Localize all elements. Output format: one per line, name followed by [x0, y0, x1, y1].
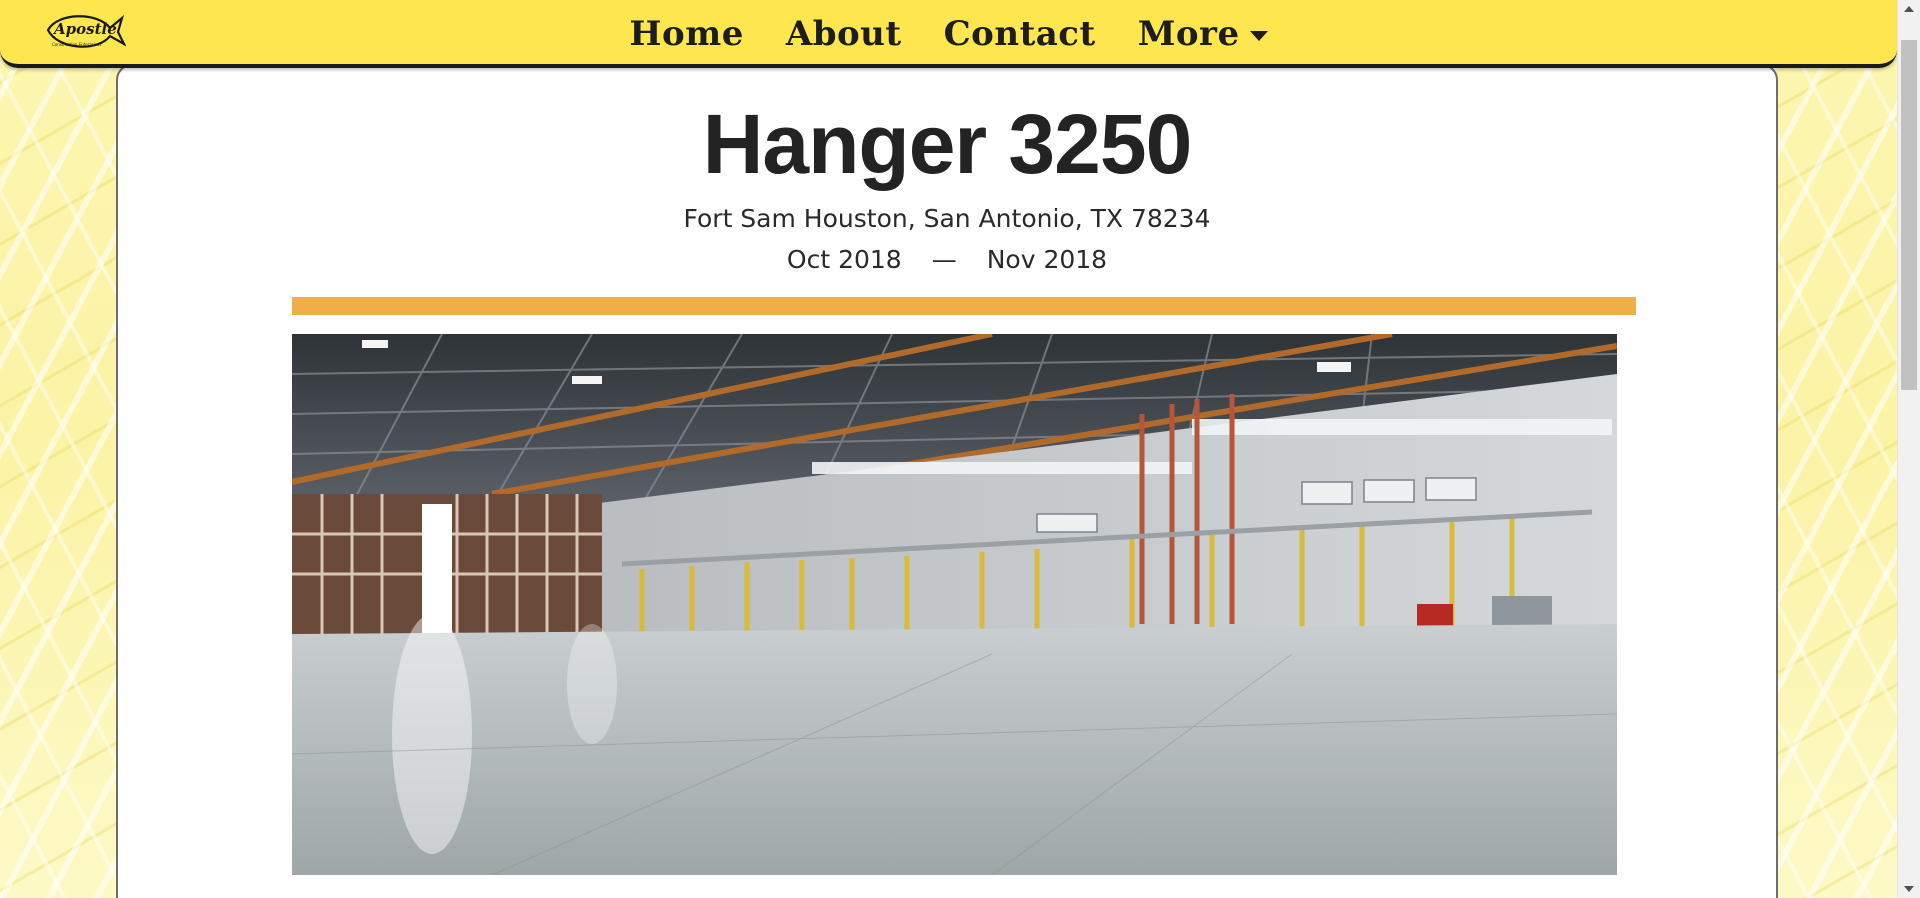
scroll-thumb[interactable]: [1901, 40, 1917, 390]
hangar-photo: [292, 334, 1617, 875]
scroll-down-icon[interactable]: [1904, 886, 1914, 892]
nav-home-link[interactable]: Home: [629, 10, 743, 58]
nav-more-dropdown[interactable]: More: [1138, 10, 1268, 58]
caret-down-icon: [1249, 31, 1268, 41]
top-navbar: Apostle Construction Enterprises Home Ab…: [0, 0, 1897, 68]
hangar-interior-image: [292, 334, 1617, 875]
date-separator: —: [931, 245, 957, 274]
project-title: Hanger 3250: [702, 97, 1193, 191]
scroll-up-icon[interactable]: [1904, 6, 1914, 12]
end-date: Nov 2018: [986, 245, 1108, 274]
nav-about-link[interactable]: About: [786, 10, 902, 58]
vertical-scrollbar[interactable]: [1897, 0, 1920, 898]
accent-divider: [292, 297, 1636, 315]
project-dates: Oct 2018 — Nov 2018: [118, 244, 1776, 276]
nav-contact-link[interactable]: Contact: [944, 10, 1096, 58]
project-address: Fort Sam Houston, San Antonio, TX 78234: [683, 204, 1211, 233]
project-card: Hanger 3250 Fort Sam Houston, San Antoni…: [116, 64, 1778, 898]
main-nav: Home About Contact More: [0, 10, 1897, 58]
nav-more-label: More: [1137, 14, 1240, 54]
start-date: Oct 2018: [786, 245, 902, 274]
